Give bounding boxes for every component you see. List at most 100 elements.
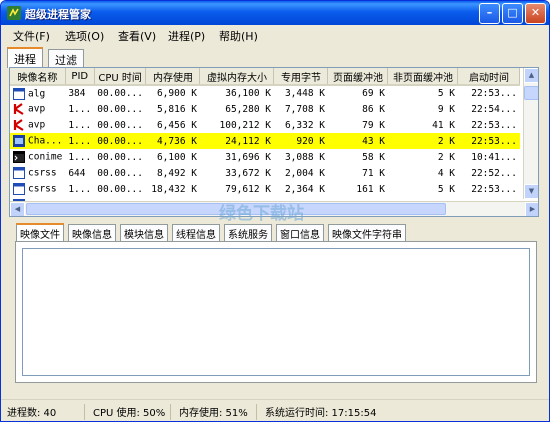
cell-mem: 18,432 K xyxy=(151,183,197,195)
table-row[interactable]: alg 384 00.00... 6,900 K 36,100 K 3,448 K 69 K… xyxy=(10,85,520,101)
table-row[interactable]: csrss 1... 00.00... 18,432 K 79,612 K 2,364 K… xyxy=(10,181,520,197)
detail-content-area[interactable] xyxy=(22,248,530,376)
tab-window-info[interactable]: 窗口信息 xyxy=(276,224,324,241)
tab-filter[interactable]: 过滤 xyxy=(48,49,84,67)
vertical-scroll-thumb[interactable] xyxy=(524,86,538,100)
cell-vm: 36,100 K xyxy=(225,88,271,99)
minimize-button[interactable]: – xyxy=(479,3,500,24)
cell-paged: 71 K xyxy=(362,167,385,179)
cell-pid: 1... xyxy=(65,133,95,149)
watermark-text: 绿色下载站 xyxy=(219,204,304,224)
table-row[interactable]: csrss 644 00.00... 8,492 K 33,672 K 2,004 K 71… xyxy=(10,165,520,181)
title-bar[interactable]: 超级进程管家 – □ ✕ xyxy=(1,1,549,25)
cell-paged: 161 K xyxy=(356,183,385,195)
tab-module-info[interactable]: 模块信息 xyxy=(120,224,168,241)
cell-pid: 1... xyxy=(68,119,92,131)
scroll-right-icon[interactable]: ▶ xyxy=(525,202,538,216)
cell-priv: 3,448 K xyxy=(284,88,325,99)
cell-image-name: avp xyxy=(10,117,65,133)
cell-cpu: 00.00... xyxy=(97,88,143,99)
cell-image-name: csrss xyxy=(10,181,65,197)
kaspersky-icon xyxy=(13,103,25,115)
detail-tabs: 映像文件 映像信息 模块信息 线程信息 系统服务 窗口信息 映像文件字符串 xyxy=(16,223,536,242)
column-header-memory-usage[interactable]: 内存使用 xyxy=(145,68,201,86)
tab-image-strings[interactable]: 映像文件字符串 xyxy=(328,224,406,241)
tab-image-info[interactable]: 映像信息 xyxy=(68,224,116,241)
status-bar: 进程数: 40 CPU 使用: 50% 内存使用: 51% 系统运行时间: 17… xyxy=(1,399,549,421)
menu-file[interactable]: 文件(F) xyxy=(13,28,50,44)
cell-cpu: 00.00... xyxy=(97,103,143,115)
column-header-virtual-memory[interactable]: 虚拟内存大小 xyxy=(199,68,275,86)
cell-pid: 644 xyxy=(68,167,86,179)
menu-options[interactable]: 选项(O) xyxy=(65,28,104,44)
cell-nonpaged: 5 K xyxy=(437,88,455,99)
status-uptime: 系统运行时间: 17:15:54 xyxy=(265,408,377,419)
cell-priv: 3,088 K xyxy=(284,151,325,163)
cell-mem: 5,816 K xyxy=(156,103,197,115)
table-row[interactable]: avp 1... 00.00... 6,456 K 100,212 K 6,332 K 79… xyxy=(10,117,520,133)
process-name: avp xyxy=(28,119,46,131)
table-row[interactable]: conime 1... 00.00... 6,100 K 31,696 K 3,088 K… xyxy=(10,149,520,165)
tab-image-file[interactable]: 映像文件 xyxy=(16,223,64,242)
menu-help[interactable]: 帮助(H) xyxy=(219,28,258,44)
cell-nonpaged: 41 K xyxy=(432,119,455,131)
process-name: avp xyxy=(28,103,46,115)
console-icon xyxy=(13,151,25,163)
column-header-nonpaged-pool[interactable]: 非页面缓冲池 xyxy=(387,68,459,86)
cell-vm: 33,672 K xyxy=(225,167,271,179)
cell-pid: 1... xyxy=(68,151,92,163)
cell-start: 10:41... xyxy=(471,151,517,163)
cell-image-name: csrss xyxy=(10,165,65,181)
process-name: Cha... xyxy=(28,135,63,147)
app-icon xyxy=(13,135,25,147)
column-header-paged-pool[interactable]: 页面缓冲池 xyxy=(327,68,389,86)
column-header-private-bytes[interactable]: 专用字节 xyxy=(273,68,329,86)
cell-priv: 920 K xyxy=(273,133,328,149)
process-list[interactable]: 映像名称 PID CPU 时间 内存使用 虚拟内存大小 专用字节 页面缓冲池 非… xyxy=(9,67,539,217)
column-header-pid[interactable]: PID xyxy=(65,68,95,86)
cell-cpu: 00.00... xyxy=(97,151,143,163)
cell-mem: 6,900 K xyxy=(156,88,197,99)
cell-cpu: 00.00... xyxy=(94,133,146,149)
scroll-down-icon[interactable]: ▼ xyxy=(524,184,538,199)
table-header-row: 映像名称 PID CPU 时间 内存使用 虚拟内存大小 专用字节 页面缓冲池 非… xyxy=(10,68,521,86)
cell-nonpaged: 2 K xyxy=(387,133,458,149)
column-header-image-name[interactable]: 映像名称 xyxy=(10,68,66,86)
column-header-cpu-time[interactable]: CPU 时间 xyxy=(94,68,147,86)
menu-bar: 文件(F) 选项(O) 查看(V) 进程(P) 帮助(H) xyxy=(1,25,549,44)
cell-nonpaged: 2 K xyxy=(437,151,455,163)
tab-process[interactable]: 进程 xyxy=(7,47,43,68)
tab-thread-info[interactable]: 线程信息 xyxy=(172,224,220,241)
menu-process[interactable]: 进程(P) xyxy=(168,28,205,44)
main-window: 超级进程管家 – □ ✕ 文件(F) 选项(O) 查看(V) 进程(P) 帮助(… xyxy=(0,0,550,422)
cell-mem: 4,736 K xyxy=(145,133,200,149)
cell-paged: 79 K xyxy=(362,119,385,131)
list-vertical-scrollbar[interactable]: ▲ ▼ xyxy=(523,68,538,199)
cell-start: 22:53... xyxy=(471,88,517,99)
window-title: 超级进程管家 xyxy=(25,8,91,21)
window-icon xyxy=(13,167,25,179)
scroll-left-icon[interactable]: ◀ xyxy=(10,202,25,216)
cell-start: 22:53... xyxy=(457,133,520,149)
status-memory-usage: 内存使用: 51% xyxy=(175,404,257,420)
cell-start: 22:52... xyxy=(471,167,517,179)
table-row[interactable]: Cha... 1... 00.00... 4,736 K 24,112 K 920 K 43… xyxy=(10,133,520,149)
cell-pid: 384 xyxy=(68,88,86,99)
cell-paged: 58 K xyxy=(362,151,385,163)
maximize-button[interactable]: □ xyxy=(502,3,523,24)
tab-system-services[interactable]: 系统服务 xyxy=(224,224,272,241)
table-row[interactable]: avp 1... 00.00... 5,816 K 65,280 K 7,708 K 86 … xyxy=(10,101,520,117)
scroll-up-icon[interactable]: ▲ xyxy=(524,68,538,83)
cell-start: 22:53... xyxy=(471,183,517,195)
cell-mem: 6,100 K xyxy=(156,151,197,163)
cell-vm: 100,212 K xyxy=(219,119,271,131)
cell-image-name: Cha... xyxy=(10,133,66,149)
menu-view[interactable]: 查看(V) xyxy=(118,28,156,44)
cell-image-name: avp xyxy=(10,101,65,117)
column-header-start-time[interactable]: 启动时间 xyxy=(457,68,521,86)
cell-cpu: 00.00... xyxy=(97,183,143,195)
cell-cpu: 00.00... xyxy=(97,167,143,179)
close-button[interactable]: ✕ xyxy=(525,3,546,24)
cell-start: 22:53... xyxy=(471,119,517,131)
cell-image-name: alg xyxy=(10,85,65,101)
